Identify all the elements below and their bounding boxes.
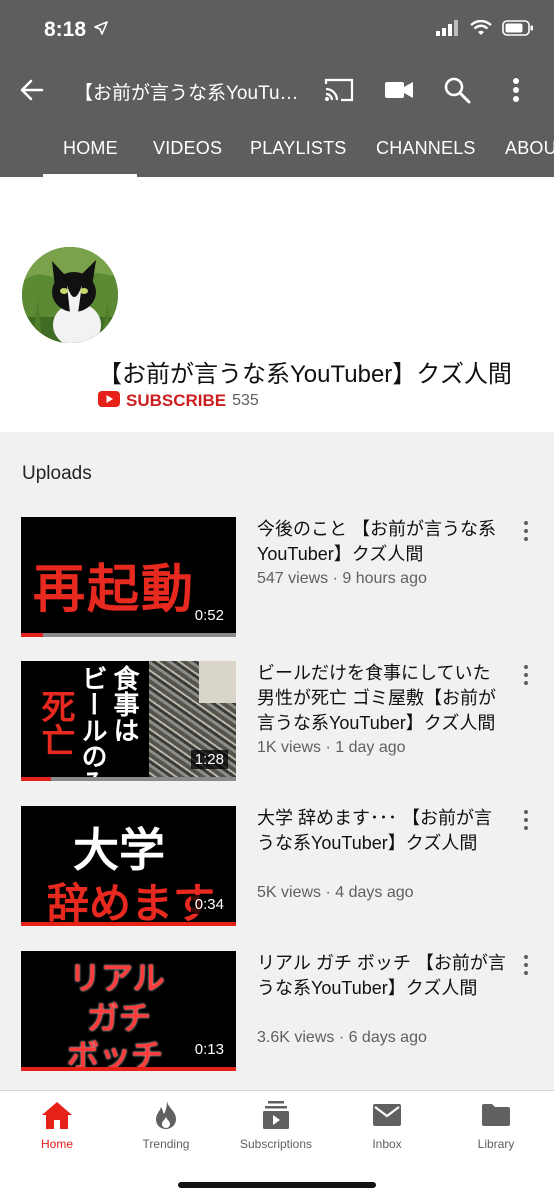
thumbnail-text: ボッチ [67, 1037, 164, 1071]
video-more-icon[interactable] [516, 519, 536, 543]
status-time: 8:18 [44, 18, 87, 41]
watch-progress-bar [21, 1067, 236, 1071]
video-title[interactable]: 大学 辞めます･･･ 【お前が言うな系YouTuber】クズ人間 [257, 806, 507, 856]
channel-name: 【お前が言うな系YouTuber】クズ人間 [98, 361, 512, 388]
video-thumbnail[interactable]: 死亡 食事は ビールのみ 1:28 [21, 661, 236, 781]
tab-videos[interactable]: VIDEOS [153, 138, 222, 159]
subscribe-row[interactable]: SUBSCRIBE 535 [98, 390, 259, 412]
video-thumbnail[interactable]: 再起動 0:52 [21, 517, 236, 637]
video-item[interactable]: 大学 辞めます 0:34 大学 辞めます･･･ 【お前が言うな系YouTuber… [0, 806, 554, 928]
nav-inbox[interactable]: Inbox [332, 1099, 442, 1155]
channel-avatar[interactable] [22, 247, 118, 343]
thumbnail-text: 食事は [109, 665, 139, 743]
channel-tabs: HOME VIDEOS PLAYLISTS CHANNELS ABOUT [0, 120, 554, 177]
video-meta: 1K views · 1 day ago [257, 739, 406, 756]
subscriber-count: 535 [232, 392, 259, 409]
signal-icon [436, 20, 460, 41]
status-icons [436, 19, 534, 41]
wall-photo [199, 661, 236, 703]
video-thumbnail[interactable]: リアル ガチ ボッチ 0:13 [21, 951, 236, 1071]
nav-label: Inbox [372, 1137, 402, 1151]
nav-label: Library [477, 1137, 515, 1151]
video-title[interactable]: リアル ガチ ボッチ 【お前が言うな系YouTuber】クズ人間 [257, 951, 507, 1001]
thumbnail-text: 死亡 [35, 689, 75, 757]
watch-progress-bar [21, 922, 236, 926]
video-item[interactable]: 再起動 0:52 今後のこと 【お前が言うな系YouTuber】クズ人間 547… [0, 517, 554, 639]
folder-icon [479, 1099, 513, 1131]
flame-icon [149, 1099, 183, 1131]
subscriptions-icon [259, 1099, 293, 1131]
video-duration: 0:52 [190, 606, 228, 625]
nav-trending[interactable]: Trending [111, 1099, 221, 1155]
home-indicator [178, 1182, 376, 1188]
nav-label: Trending [142, 1137, 190, 1151]
mail-icon [370, 1099, 404, 1131]
search-icon[interactable] [440, 74, 474, 106]
youtube-play-icon [98, 390, 120, 412]
status-bar: 8:18 [0, 0, 554, 60]
video-meta: 5K views · 4 days ago [257, 884, 414, 901]
back-arrow-icon[interactable] [18, 76, 46, 104]
watch-progress-bar [21, 633, 236, 637]
selected-tab-indicator [43, 174, 137, 177]
video-duration: 1:28 [190, 750, 228, 769]
tab-channels[interactable]: CHANNELS [376, 138, 476, 159]
video-title[interactable]: ビールだけを食事にしていた男性が死亡 ゴミ屋敷【お前が言うな系YouTuber】… [257, 661, 507, 736]
video-camera-icon[interactable] [382, 74, 416, 106]
video-thumbnail[interactable]: 大学 辞めます 0:34 [21, 806, 236, 926]
app-bar-title: 【お前が言うな系YouTuber】クズ人間 [74, 83, 304, 104]
watch-progress-bar [21, 777, 236, 781]
uploads-heading: Uploads [22, 463, 92, 484]
video-more-icon[interactable] [516, 663, 536, 687]
home-icon [40, 1099, 74, 1131]
app-bar: 【お前が言うな系YouTuber】クズ人間 [0, 60, 554, 120]
tab-about[interactable]: ABOUT [505, 138, 554, 159]
video-more-icon[interactable] [516, 808, 536, 832]
tab-home[interactable]: HOME [63, 138, 118, 159]
location-arrow-icon [94, 21, 108, 39]
thumbnail-text: 再起動 [33, 560, 196, 620]
nav-home[interactable]: Home [2, 1099, 112, 1155]
video-duration: 0:34 [190, 895, 228, 914]
video-meta: 3.6K views · 6 days ago [257, 1029, 427, 1046]
video-item[interactable]: リアル ガチ ボッチ 0:13 リアル ガチ ボッチ 【お前が言うな系YouTu… [0, 951, 554, 1073]
nav-subscriptions[interactable]: Subscriptions [221, 1099, 331, 1155]
thumbnail-text: ビールのみ [77, 665, 107, 781]
video-more-icon[interactable] [516, 953, 536, 977]
cast-icon[interactable] [322, 74, 356, 106]
wifi-icon [470, 19, 492, 41]
video-duration: 0:13 [190, 1040, 228, 1059]
battery-icon [502, 20, 534, 41]
tab-playlists[interactable]: PLAYLISTS [250, 138, 347, 159]
nav-library[interactable]: Library [441, 1099, 551, 1155]
nav-label: Subscriptions [239, 1137, 313, 1151]
video-meta: 547 views · 9 hours ago [257, 570, 427, 587]
more-vert-icon[interactable] [499, 74, 533, 106]
subscribe-button[interactable]: SUBSCRIBE [126, 391, 226, 411]
nav-label: Home [40, 1137, 73, 1151]
top-header: 8:18 【お前が言うな系YouTuber】クズ人間 [0, 0, 554, 177]
video-item[interactable]: 死亡 食事は ビールのみ 1:28 ビールだけを食事にしていた男性が死亡 ゴミ屋… [0, 661, 554, 783]
video-title[interactable]: 今後のこと 【お前が言うな系YouTuber】クズ人間 [257, 517, 507, 567]
